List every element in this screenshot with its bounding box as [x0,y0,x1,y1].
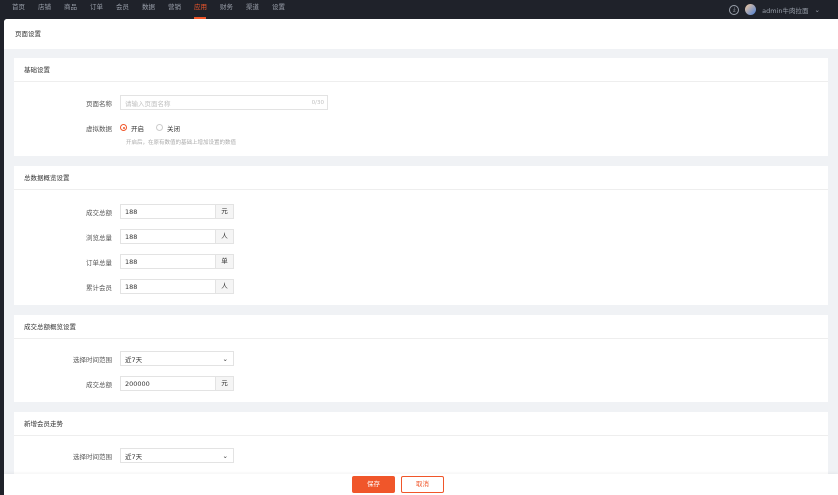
views-input[interactable]: 188 [120,229,216,244]
radio-on-label: 开启 [131,124,144,133]
nav-shop[interactable]: 店铺 [38,0,64,19]
field-label: 选择时间范围 [73,452,112,461]
nav-goods[interactable]: 商品 [64,0,90,19]
input-value: 188 [125,257,138,266]
cancel-button[interactable]: 取消 [401,476,444,493]
download-icon[interactable]: ⤓ [729,4,740,15]
field-label: 累计会员 [86,283,112,292]
unit-label: 人 [216,279,234,294]
radio-unchecked-icon [156,124,163,131]
input-value: 200000 [125,379,150,388]
footer-bar: 保存 取消 [4,474,838,495]
total-amount-input[interactable]: 188 [120,204,216,219]
members-input[interactable]: 188 [120,279,216,294]
chevron-down-icon: ⌄ [222,451,228,460]
basic-settings-card: 基础设置 页面名称 请输入页面名称 0/30 虚拟数据 开启 关闭 开启后，在原… [14,58,828,156]
page-name-label: 页面名称 [86,99,112,108]
avatar[interactable] [745,4,757,15]
field-label: 订单总量 [86,258,112,267]
select-value: 近7天 [125,452,143,461]
page: 页面设置 基础设置 页面名称 请输入页面名称 0/30 虚拟数据 开启 关闭 开… [4,19,838,495]
nav-home[interactable]: 首页 [12,0,38,19]
section-title: 总数据概览设置 [14,166,828,190]
field-label: 成交总额 [86,208,112,217]
page-name-input[interactable]: 请输入页面名称 0/30 [120,95,328,110]
section-title: 成交总额概览设置 [14,315,828,339]
radio-off[interactable]: 关闭 [156,123,180,133]
deal-overview-card: 成交总额概览设置 选择时间范围 近7天 ⌄ 成交总额 200000 元 [14,315,828,402]
nav-data[interactable]: 数据 [142,0,168,19]
time-range-select[interactable]: 近7天 ⌄ [120,351,234,366]
radio-checked-icon [120,124,127,131]
unit-label: 元 [216,204,234,219]
nav-settings[interactable]: 设置 [272,0,298,19]
user-name[interactable]: admin牛肉拉面 [762,5,808,15]
input-value: 188 [125,232,138,241]
top-nav: 首页 店铺 商品 订单 会员 数据 营销 应用 财务 渠道 设置 ⤓ admin… [0,0,838,19]
unit-label: 元 [216,376,234,391]
chevron-down-icon[interactable]: ⌄ [815,6,820,14]
nav-apps[interactable]: 应用 [194,0,220,19]
char-count: 0/30 [311,99,324,106]
section-title: 新增会员走势 [14,412,828,436]
chevron-down-icon: ⌄ [222,354,228,363]
member-trend-card: 新增会员走势 选择时间范围 近7天 ⌄ [14,412,828,474]
virtual-data-hint: 开启后，在原有数值的基础上增加设置的数值 [126,140,237,146]
nav-finance[interactable]: 财务 [220,0,246,19]
section-title: 基础设置 [14,58,828,82]
virtual-data-label: 虚拟数据 [86,124,112,133]
page-name-placeholder: 请输入页面名称 [125,99,171,108]
select-value: 近7天 [125,355,143,364]
radio-off-label: 关闭 [167,124,180,133]
field-label: 选择时间范围 [73,355,112,364]
nav-orders[interactable]: 订单 [90,0,116,19]
orders-input[interactable]: 188 [120,254,216,269]
input-value: 188 [125,282,138,291]
deal-amount-input[interactable]: 200000 [120,376,216,391]
nav-channels[interactable]: 渠道 [246,0,272,19]
radio-on[interactable]: 开启 [120,123,144,133]
time-range-select[interactable]: 近7天 ⌄ [120,448,234,463]
save-button[interactable]: 保存 [352,476,395,493]
input-value: 188 [125,207,138,216]
nav-members[interactable]: 会员 [116,0,142,19]
unit-label: 单 [216,254,234,269]
overview-card: 总数据概览设置 成交总额 188 元 浏览总量 188 人 订单总量 188 单 累计会员 1… [14,166,828,305]
field-label: 成交总额 [86,380,112,389]
page-title: 页面设置 [4,19,838,49]
nav-marketing[interactable]: 营销 [168,0,194,19]
field-label: 浏览总量 [86,233,112,242]
unit-label: 人 [216,229,234,244]
